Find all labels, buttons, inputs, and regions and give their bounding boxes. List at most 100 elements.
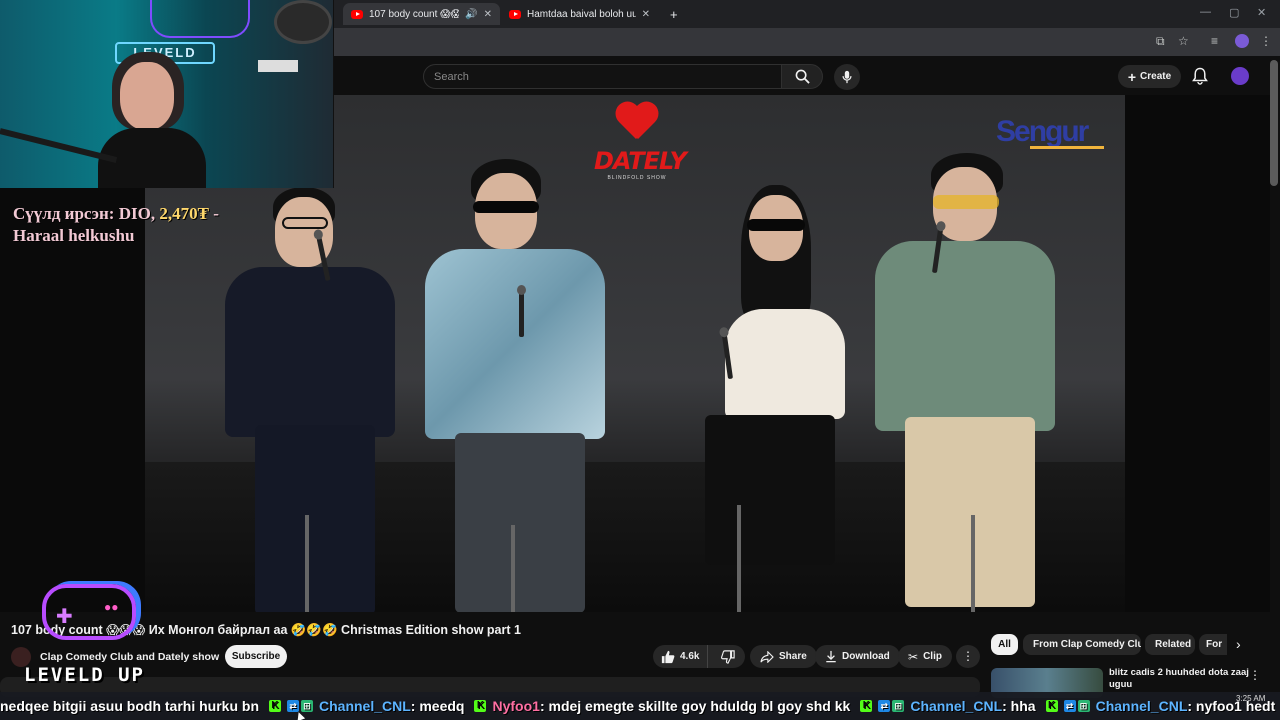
- page-scrollbar[interactable]: [1270, 60, 1278, 186]
- sponsor-logo-underline: [1030, 146, 1104, 149]
- tab-title: 107 body count 😱😱😱 И: [369, 8, 460, 20]
- speaker-icon[interactable]: 🔊: [465, 9, 477, 20]
- kick-badge-icon: K: [1045, 700, 1058, 712]
- chat-username: Nyfoo1: [492, 698, 540, 714]
- scissors-icon: ✂: [908, 649, 919, 664]
- create-label: Create: [1140, 71, 1172, 82]
- bookmark-star-icon[interactable]: ☆: [1178, 34, 1189, 48]
- tab-close-icon[interactable]: ✕: [484, 9, 492, 20]
- share-button[interactable]: Share: [750, 645, 817, 668]
- kick-badge-icon: K: [474, 700, 487, 712]
- clip-label: Clip: [923, 651, 942, 662]
- video-person-suit: [225, 187, 405, 612]
- maximize-icon[interactable]: ▢: [1229, 6, 1239, 19]
- clip-button[interactable]: ✂ Clip: [898, 645, 952, 668]
- youtube-favicon-icon: [351, 9, 363, 19]
- chip-related[interactable]: Related: [1145, 634, 1195, 655]
- gift-badge-icon: ⊞: [301, 700, 313, 712]
- video-person-white-top: [685, 185, 865, 605]
- chat-username: Channel_CNL: [319, 698, 411, 714]
- latest-donation-text: Сүүлд ирсэн: DIO, 2,470₮ - Haraal helkus…: [13, 203, 268, 247]
- browser-menu-icon[interactable]: ⋮: [1260, 34, 1272, 48]
- heart-icon: [616, 103, 658, 143]
- download-label: Download: [842, 651, 890, 662]
- taskbar-clock: 3:25 AM: [1236, 694, 1266, 703]
- dately-logo-text: DATELY: [594, 147, 687, 175]
- tab-active[interactable]: 107 body count 😱😱😱 И 🔊 ✕: [343, 3, 500, 25]
- like-count: 4.6k: [680, 651, 700, 662]
- search-input[interactable]: Search: [423, 64, 782, 89]
- minimize-icon[interactable]: —: [1200, 6, 1211, 18]
- sub-badge-icon: ⇄: [1063, 700, 1076, 712]
- share-icon: [760, 650, 774, 663]
- gift-badge-icon: ⊞: [1077, 700, 1090, 712]
- new-tab-button[interactable]: +: [662, 3, 682, 25]
- donation-prefix: Сүүлд ирсэн: DIO,: [13, 204, 160, 223]
- dately-logo-subtext: BLINDFOLD SHOW: [607, 175, 667, 181]
- chat-username: Channel_CNL: [910, 698, 1003, 714]
- screen: 107 body count 😱😱😱 И 🔊 ✕ Hamtdaa baival …: [0, 0, 1280, 720]
- youtube-favicon-icon: [509, 9, 521, 19]
- stool: [305, 515, 309, 612]
- recommendation-title[interactable]: blitz cadis 2 huuhded dota zaaj uguu: [1109, 667, 1249, 691]
- cast-icon[interactable]: ⧉: [1156, 34, 1165, 49]
- chip-from-channel[interactable]: From Clap Comedy Club: [1023, 634, 1141, 655]
- like-dislike-group: 4.6k: [653, 645, 745, 668]
- search-icon: [795, 69, 810, 84]
- chat-username: Channel_CNL: [1095, 698, 1188, 714]
- tab-title: Hamtdaa baival boloh uu - You: [527, 8, 636, 20]
- extension-icon[interactable]: [1235, 34, 1249, 48]
- recommendation-more-icon[interactable]: ⋮: [1249, 668, 1261, 682]
- download-icon: [826, 650, 836, 663]
- window-close-icon[interactable]: ✕: [1257, 6, 1266, 19]
- mic-arm: [0, 128, 118, 163]
- stool: [971, 515, 975, 612]
- gift-badge-icon: ⊞: [892, 700, 905, 712]
- plus-icon: +: [1127, 68, 1137, 85]
- chat-message-text: : meedq: [410, 698, 465, 714]
- dartboard: [274, 0, 332, 44]
- bell-icon[interactable]: [1192, 67, 1208, 85]
- chip-all[interactable]: All: [991, 634, 1018, 655]
- tab-close-icon[interactable]: ✕: [642, 9, 650, 20]
- kick-badge-icon: K: [269, 700, 281, 712]
- create-button[interactable]: + Create: [1118, 65, 1181, 88]
- tab-inactive[interactable]: Hamtdaa baival boloh uu - You ✕: [501, 3, 658, 25]
- buttons-icon: ●●: [104, 600, 119, 614]
- stool: [737, 505, 741, 612]
- thumbs-down-icon: [721, 649, 736, 664]
- chat-message-text: : hha: [1002, 698, 1036, 714]
- thumbs-up-icon: [661, 650, 675, 663]
- chat-message-text: : mdej emegte skillte goy hduldg bl goy …: [539, 698, 851, 714]
- dately-logo: DATELY BLINDFOLD SHOW: [594, 103, 687, 193]
- video-person-sweater: [425, 159, 615, 612]
- player-letterbox-right: [1125, 95, 1270, 612]
- kick-badge-icon: K: [860, 700, 873, 712]
- download-button[interactable]: Download: [815, 645, 900, 668]
- sub-badge-icon: ⇄: [287, 700, 299, 712]
- chat-ticker: nedqee bitgii asuu bodh tarhi hurku bn K…: [0, 694, 1275, 718]
- media-controls-icon[interactable]: ≡: [1211, 34, 1218, 48]
- search-button[interactable]: [781, 64, 823, 89]
- like-button[interactable]: 4.6k: [653, 645, 709, 668]
- wall-sign: [258, 60, 298, 72]
- leveld-up-logo: ✚ ●● LEVELD UP: [22, 582, 158, 692]
- chip-for-you[interactable]: For: [1199, 634, 1227, 655]
- account-avatar[interactable]: [1231, 67, 1249, 85]
- chevron-right-icon[interactable]: ›: [1236, 636, 1241, 652]
- dislike-button[interactable]: [713, 645, 743, 668]
- streamer-face: [120, 62, 174, 130]
- stool: [511, 525, 515, 612]
- dpad-icon: ✚: [56, 606, 73, 628]
- subscribe-button[interactable]: Subscribe: [225, 645, 287, 668]
- sponsor-logo: Sengur: [996, 115, 1089, 148]
- more-actions-button[interactable]: ⋮: [956, 645, 980, 668]
- streamer-webcam: LEVELD: [0, 0, 334, 188]
- donation-amount: 2,470₮: [159, 204, 209, 223]
- sub-badge-icon: ⇄: [878, 700, 891, 712]
- video-person-green-suit: [875, 153, 1065, 607]
- chat-message-text: nedqee bitgii asuu bodh tarhi hurku bn: [0, 698, 259, 714]
- voice-search-button[interactable]: [834, 64, 860, 90]
- leveld-up-text: LEVELD UP: [24, 664, 145, 686]
- mic-icon: [842, 70, 852, 84]
